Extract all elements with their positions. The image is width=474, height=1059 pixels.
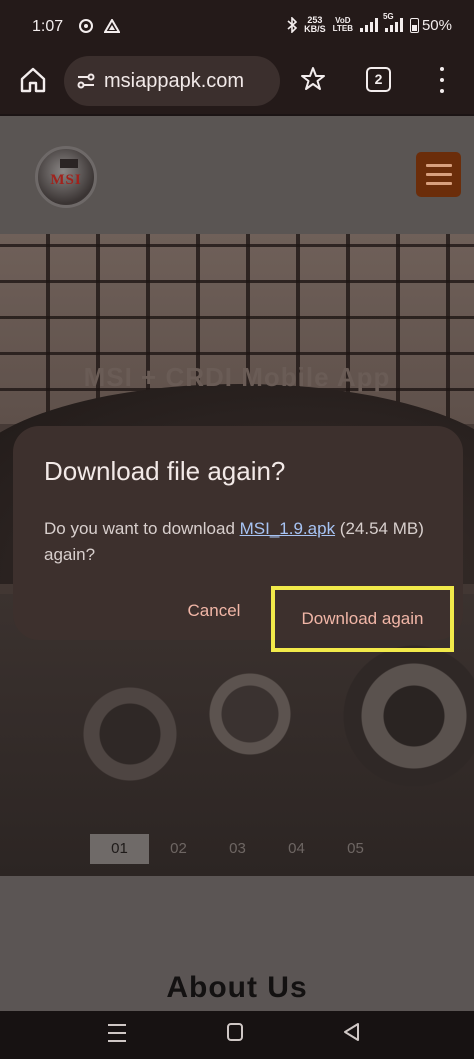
recents-icon[interactable] [108, 1024, 126, 1042]
navigation-app-icon [104, 19, 120, 33]
slide-tab-3[interactable]: 03 [208, 834, 267, 864]
site-settings-icon[interactable] [76, 71, 96, 91]
hamburger-menu-icon[interactable] [416, 152, 461, 197]
truck-icon [60, 159, 78, 168]
battery-icon [409, 17, 419, 33]
network-speed: 253 KB/S [304, 15, 326, 34]
home-icon[interactable] [18, 65, 48, 95]
status-notification-icons [78, 18, 120, 34]
status-system-icons: 253 KB/S VoD LTEB 5G 50% [287, 12, 452, 34]
site-logo[interactable]: MSI [35, 146, 97, 208]
dialog-message: Do you want to download MSI_1.9.apk (24.… [44, 519, 424, 564]
volte-indicator: VoD LTEB [332, 16, 353, 33]
site-header: MSI [0, 116, 474, 234]
slide-tab-4[interactable]: 04 [267, 834, 326, 864]
slide-tab-2[interactable]: 02 [149, 834, 208, 864]
cancel-button[interactable]: Cancel [172, 592, 256, 630]
signal-icon-sim1 [359, 18, 378, 32]
home-nav-icon[interactable] [227, 1023, 243, 1041]
hero-title: MSI + CRDI Mobile App [83, 362, 391, 392]
download-again-button[interactable]: Download again [271, 586, 454, 652]
system-nav-bar [0, 1011, 474, 1059]
back-icon[interactable] [342, 1022, 360, 1042]
slide-tab-1[interactable]: 01 [90, 834, 149, 864]
address-bar[interactable]: msiappapk.com [64, 56, 280, 106]
file-name-link[interactable]: MSI_1.9.apk [240, 519, 335, 538]
bluetooth-icon [287, 17, 298, 33]
tab-switcher-button[interactable]: 2 [366, 67, 391, 92]
slider-pagination: 01 02 03 04 05 [90, 834, 385, 864]
screen: 1:07 253 KB/S VoD LTEB 5G 50% msiappapk.… [0, 0, 474, 1059]
sync-app-icon [79, 19, 93, 33]
download-again-dialog: Download file again? Do you want to down… [13, 426, 463, 652]
battery-indicator: 50% [409, 17, 452, 34]
slide-tab-5[interactable]: 05 [326, 834, 385, 864]
browser-menu-icon[interactable] [438, 67, 446, 93]
signal-icon-sim2: 5G [383, 12, 403, 32]
url-text: msiappapk.com [104, 70, 245, 92]
bookmark-star-icon[interactable] [300, 66, 326, 92]
status-time: 1:07 [32, 18, 64, 35]
about-us-heading: About Us [166, 971, 308, 1004]
status-bar: 1:07 253 KB/S VoD LTEB 5G 50% [0, 0, 474, 52]
browser-toolbar: msiappapk.com 2 [0, 52, 474, 114]
dialog-title: Download file again? [44, 456, 286, 486]
